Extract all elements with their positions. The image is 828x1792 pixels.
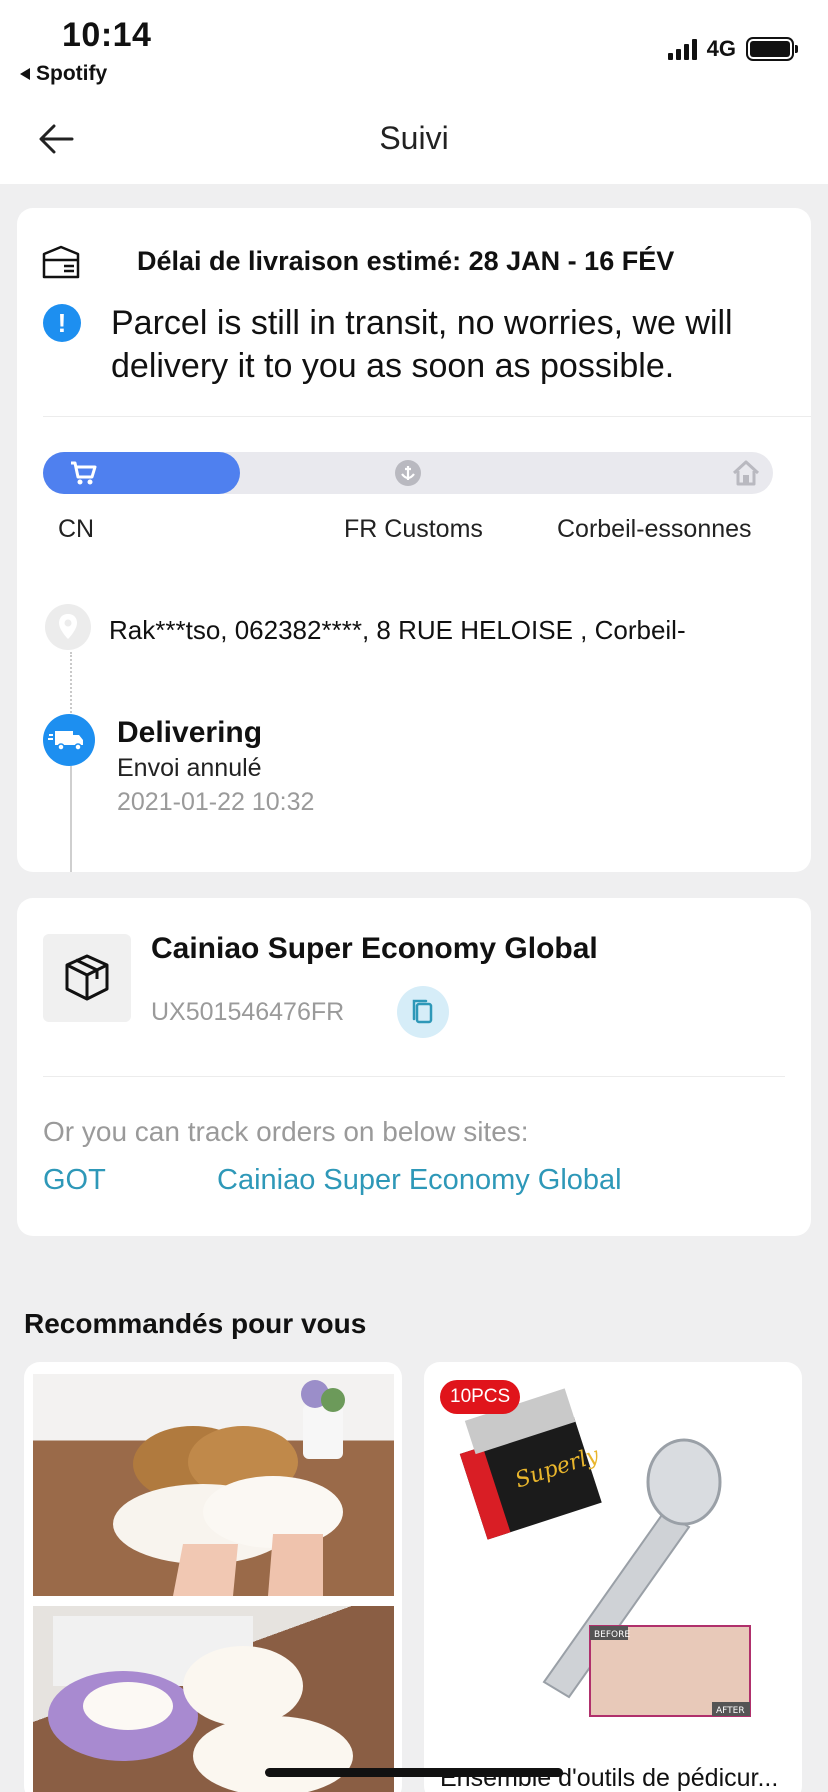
exclamation-icon: ! [43, 304, 81, 342]
back-to-app-link[interactable]: Spotify [20, 62, 107, 86]
svg-text:AFTER: AFTER [716, 1706, 745, 1716]
status-indicators: 4G [667, 36, 798, 62]
transit-message: Parcel is still in transit, no worries, … [111, 304, 733, 385]
status-bar: 10:14 Spotify 4G [0, 0, 828, 98]
home-indicator [265, 1768, 563, 1777]
battery-icon [746, 37, 798, 61]
delivery-box-icon [42, 245, 80, 279]
package-icon [43, 934, 131, 1022]
product-image-slippers-brown [33, 1374, 394, 1596]
cellular-signal-icon [667, 38, 697, 60]
divider [43, 416, 811, 417]
timeline-line [70, 766, 72, 872]
customs-anchor-icon [395, 460, 421, 486]
track-link-cainiao[interactable]: Cainiao Super Economy Global [217, 1164, 622, 1197]
tracking-card: Délai de livraison estimé: 28 JAN - 16 F… [17, 208, 811, 872]
track-hint: Or you can track orders on below sites: [43, 1116, 529, 1147]
divider [43, 1076, 785, 1077]
estimated-delivery: Délai de livraison estimé: 28 JAN - 16 F… [137, 246, 675, 276]
cart-icon [71, 461, 97, 485]
event-datetime: 2021-01-22 10:32 [117, 788, 315, 816]
back-app-label: Spotify [36, 62, 108, 85]
back-triangle-icon [20, 68, 30, 80]
track-link-got[interactable]: GOT [43, 1164, 106, 1197]
copy-button[interactable] [397, 986, 449, 1038]
truck-icon [43, 714, 95, 766]
product-card-pedicure[interactable]: Superly BEFORE AFTER 10PCS Ensemble d'ou… [424, 1362, 802, 1792]
copy-icon [412, 999, 433, 1024]
event-subtitle: Envoi annulé [117, 754, 262, 782]
delivery-address: Rak***tso, 062382****, 8 RUE HELOISE , C… [109, 615, 686, 645]
page-title: Suivi [379, 120, 449, 156]
carrier-name: Cainiao Super Economy Global [151, 932, 598, 965]
stop-destination: Corbeil-essonnes [557, 515, 752, 543]
shipment-progress-bar [43, 452, 773, 494]
timeline-dotted-line [70, 652, 72, 720]
nav-bar: Suivi [0, 98, 828, 184]
status-time: 10:14 [62, 16, 152, 54]
home-icon [732, 460, 760, 486]
product-card-slippers[interactable] [24, 1362, 402, 1792]
stop-customs: FR Customs [344, 515, 483, 543]
location-pin-icon [45, 604, 91, 650]
stop-origin: CN [58, 515, 95, 543]
carrier-card: Cainiao Super Economy Global UX501546476… [17, 898, 811, 1236]
recommendations-title: Recommandés pour vous [24, 1308, 367, 1339]
network-type: 4G [706, 36, 736, 61]
quantity-badge: 10PCS [440, 1380, 521, 1414]
svg-text:BEFORE: BEFORE [594, 1630, 630, 1640]
product-image-pedicure-tool: Superly BEFORE AFTER [459, 1388, 751, 1717]
tracking-number: UX501546476FR [151, 998, 345, 1026]
product-image-slippers-purple [33, 1606, 394, 1792]
event-title: Delivering [117, 716, 263, 749]
